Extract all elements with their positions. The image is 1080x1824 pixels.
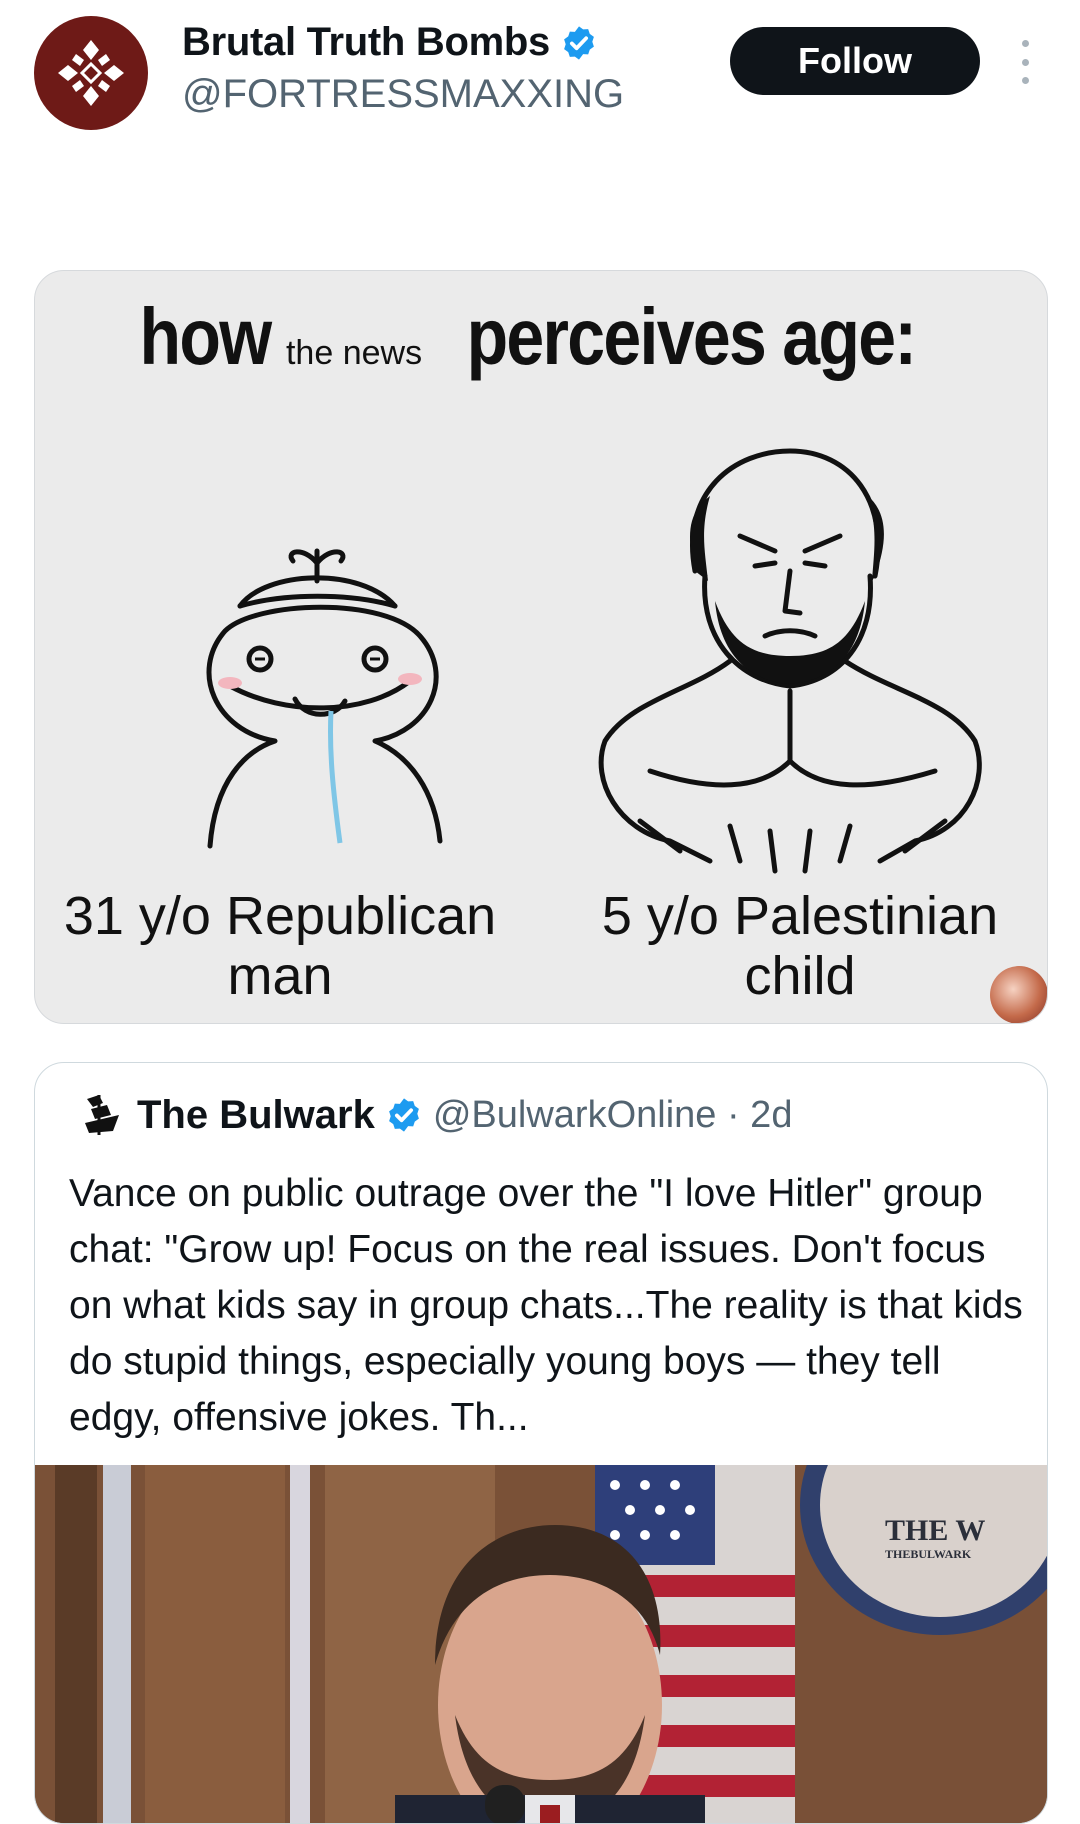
bulwark-ship-icon — [85, 1095, 119, 1135]
quoted-post-text: Vance on public outrage over the "I love… — [69, 1172, 1023, 1439]
quoted-author-handle-time[interactable]: @BulwarkOnline · 2d — [433, 1094, 793, 1137]
author-handle[interactable]: @FORTRESSMAXXING — [182, 72, 624, 117]
quoted-post-header: The Bulwark @BulwarkOnline · 2d — [77, 1091, 792, 1139]
baby-character-drawing — [206, 548, 443, 849]
muscular-character-drawing — [598, 448, 982, 874]
org-logo-icon — [58, 40, 124, 106]
meme-title-the-news: the news — [285, 334, 423, 372]
caption-palestinian: 5 y/o Palestinian child — [601, 886, 999, 1006]
verified-badge-icon — [564, 25, 594, 60]
meme-title-perceives: perceives age: — [466, 292, 916, 381]
author-display-name[interactable]: Brutal Truth Bombs — [182, 20, 550, 65]
quoted-post[interactable]: The Bulwark @BulwarkOnline · 2d Vance on… — [34, 1062, 1048, 1824]
meme-image[interactable]: how the news perceives age: 31 y/o Repub… — [34, 270, 1048, 1024]
creator-watermark-icon — [990, 966, 1047, 1023]
post-header: Brutal Truth Bombs @FORTRESSMAXXING Foll… — [0, 0, 1080, 150]
follow-button[interactable]: Follow — [730, 27, 980, 95]
author-avatar[interactable] — [34, 16, 148, 130]
quoted-post-video[interactable]: THE W THEBULWARK — [35, 1465, 1047, 1823]
media-watermark-line2: THEBULWARK — [885, 1547, 972, 1561]
quoted-author-name[interactable]: The Bulwark — [137, 1093, 375, 1138]
meme-title-how: how — [139, 292, 272, 381]
meme-title: how the news perceives age: — [35, 291, 1047, 383]
caption-republican: 31 y/o Republican man — [63, 886, 497, 1006]
media-watermark-line1: THE W — [885, 1514, 986, 1547]
media-watermark: THE W THEBULWARK — [885, 1514, 986, 1562]
more-options-icon[interactable] — [1010, 40, 1040, 84]
author-name-row: Brutal Truth Bombs — [182, 20, 598, 65]
verified-badge-icon — [388, 1098, 419, 1132]
